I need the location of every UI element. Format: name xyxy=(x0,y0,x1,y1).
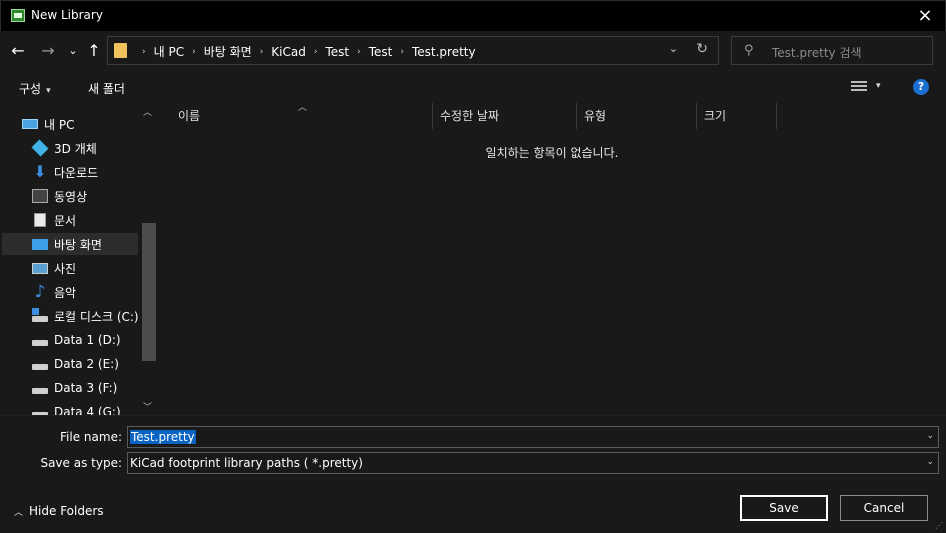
close-button[interactable]: × xyxy=(913,5,937,27)
search-icon: ⚲ xyxy=(744,43,754,58)
navigation-bar: ← → ⌄ ↑ › 내 PC › 바탕 화면 › KiCad › Test › … xyxy=(0,31,946,71)
tree-item-label: 바탕 화면 xyxy=(54,237,102,252)
breadcrumb-separator-icon[interactable]: › xyxy=(260,47,264,57)
breadcrumb-item[interactable]: 내 PC xyxy=(154,43,184,60)
save-as-type-select[interactable]: KiCad footprint library paths ( *.pretty… xyxy=(127,452,939,474)
column-header-date-modified[interactable]: 수정한 날짜 xyxy=(420,103,564,129)
file-name-field[interactable]: Test.pretty ⌄ xyxy=(127,426,939,448)
search-placeholder: Test.pretty 검색 xyxy=(772,46,862,60)
chevron-down-icon[interactable]: ▾ xyxy=(876,81,881,91)
tree-item-label: Data 1 (D:) xyxy=(54,333,121,347)
pictures-icon xyxy=(32,262,48,274)
drive-icon xyxy=(32,388,48,394)
window-title: New Library xyxy=(31,8,103,22)
tree-item-label: 다운로드 xyxy=(54,165,99,180)
file-list: ︿ 이름 수정한 날짜 유형 크기 일치하는 항목이 없습니다. xyxy=(158,103,946,415)
back-arrow-icon[interactable]: ← xyxy=(8,41,28,61)
recent-locations-chevron-icon[interactable]: ⌄ xyxy=(63,41,83,61)
organize-label: 구성 xyxy=(19,82,42,96)
breadcrumb-item[interactable]: KiCad xyxy=(271,45,306,59)
folder-icon xyxy=(114,43,127,58)
breadcrumb-separator-icon: › xyxy=(142,46,146,57)
file-name-value[interactable]: Test.pretty xyxy=(130,430,196,444)
resize-grip-icon[interactable]: ⋰ xyxy=(935,521,943,530)
breadcrumb: › 내 PC › 바탕 화면 › KiCad › Test › Test › T… xyxy=(134,43,476,60)
chevron-down-icon[interactable]: ⌄ xyxy=(926,431,934,441)
empty-folder-message: 일치하는 항목이 없습니다. xyxy=(485,146,619,160)
kicad-app-icon xyxy=(11,9,25,22)
address-dropdown-icon[interactable]: ⌄ xyxy=(669,42,678,55)
tree-item-label: Data 4 (G:) xyxy=(54,405,121,415)
computer-icon xyxy=(22,119,38,129)
tree-item-label: Data 3 (F:) xyxy=(54,381,118,395)
column-divider[interactable] xyxy=(776,103,777,129)
help-icon[interactable]: ? xyxy=(913,79,929,95)
view-options-icon[interactable] xyxy=(851,81,867,93)
drive-icon xyxy=(32,364,48,370)
title-bar: New Library × xyxy=(0,0,946,31)
desktop-icon xyxy=(32,238,48,250)
breadcrumb-separator-icon[interactable]: › xyxy=(357,47,361,57)
file-name-label: File name: xyxy=(60,430,122,444)
tree-item-label: 내 PC xyxy=(44,117,75,132)
refresh-icon[interactable]: ↻ xyxy=(696,41,708,57)
document-icon xyxy=(34,213,46,227)
search-input[interactable]: ⚲ Test.pretty 검색 xyxy=(731,36,933,65)
address-bar[interactable]: › 내 PC › 바탕 화면 › KiCad › Test › Test › T… xyxy=(107,36,719,65)
column-header-name[interactable]: 이름 xyxy=(158,103,432,129)
forward-arrow-icon[interactable]: → xyxy=(38,41,58,61)
tree-item-label: 문서 xyxy=(54,213,77,228)
system-drive-icon xyxy=(32,308,48,322)
breadcrumb-item[interactable]: 바탕 화면 xyxy=(204,43,252,60)
hide-folders-label: Hide Folders xyxy=(29,504,104,518)
chevron-up-icon: ︿ xyxy=(14,508,24,518)
scroll-up-icon[interactable]: ︿ xyxy=(143,105,152,118)
tree-item-label: 동영상 xyxy=(54,189,88,204)
new-folder-button[interactable]: 새 폴더 xyxy=(88,80,125,97)
up-arrow-icon[interactable]: ↑ xyxy=(84,41,104,61)
scroll-down-icon[interactable]: ﹀ xyxy=(143,400,152,413)
drive-icon xyxy=(32,340,48,346)
chevron-down-icon[interactable]: ⌄ xyxy=(926,457,934,467)
download-icon: ⬇ xyxy=(33,162,47,181)
scrollbar-thumb[interactable] xyxy=(142,223,156,361)
breadcrumb-item[interactable]: Test xyxy=(325,45,349,59)
tree-item-label: 로컬 디스크 (C:) xyxy=(54,309,139,324)
hide-folders-button[interactable]: ︿ Hide Folders xyxy=(14,504,104,518)
column-header-type[interactable]: 유형 xyxy=(564,103,684,129)
video-icon xyxy=(32,189,48,203)
breadcrumb-separator-icon[interactable]: › xyxy=(192,47,196,57)
tree-item-label: Data 2 (E:) xyxy=(54,357,119,371)
save-as-type-label: Save as type: xyxy=(40,456,122,470)
command-toolbar: 구성 ▾ 새 폴더 ▾ ? xyxy=(0,71,946,103)
save-button[interactable]: Save xyxy=(740,495,828,521)
tree-item-desktop[interactable]: 바탕 화면 xyxy=(2,233,138,255)
chevron-down-icon: ▾ xyxy=(46,86,51,96)
save-as-type-value: KiCad footprint library paths ( *.pretty… xyxy=(130,456,363,470)
save-form: File name: Test.pretty ⌄ Save as type: K… xyxy=(0,415,946,533)
3d-objects-icon xyxy=(31,139,49,157)
tree-item-label: 3D 개체 xyxy=(54,141,97,156)
breadcrumb-item[interactable]: Test xyxy=(369,45,393,59)
tree-item-this-pc[interactable]: 내 PC xyxy=(22,113,158,135)
tree-item-label: 사진 xyxy=(54,261,77,276)
navigation-pane: 내 PC 3D 개체 ⬇ 다운로드 동영상 문서 바탕 화면 사진 ♪ 음악 로… xyxy=(0,103,158,415)
breadcrumb-item[interactable]: Test.pretty xyxy=(412,45,476,59)
tree-item-label: 음악 xyxy=(54,285,77,300)
breadcrumb-separator-icon[interactable]: › xyxy=(400,47,404,57)
organize-menu-button[interactable]: 구성 ▾ xyxy=(19,80,51,97)
column-header-size[interactable]: 크기 xyxy=(684,103,764,129)
breadcrumb-separator-icon[interactable]: › xyxy=(314,47,318,57)
music-icon: ♪ xyxy=(34,282,46,302)
cancel-button[interactable]: Cancel xyxy=(840,495,928,521)
